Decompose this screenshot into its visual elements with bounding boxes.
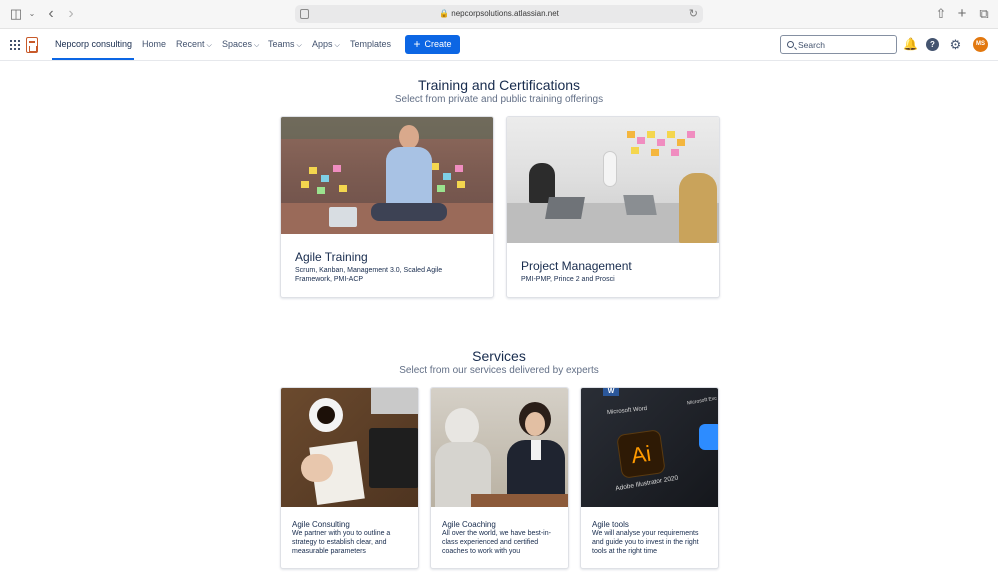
word-label: Microsoft Word: [606, 405, 648, 417]
settings-gear-icon[interactable]: ⚙: [949, 38, 962, 51]
share-icon[interactable]: ⇧: [933, 6, 949, 22]
services-section-subtitle: Select from our services delivered by ex…: [399, 365, 599, 376]
agile-coaching-image: [431, 388, 568, 507]
illustrator-label: Adobe Illustrator 2020: [614, 474, 679, 493]
word-logo-icon: W: [603, 388, 619, 396]
active-nav-indicator: [52, 58, 134, 60]
training-section-subtitle: Select from private and public training …: [394, 94, 604, 105]
nav-templates[interactable]: Templates: [350, 29, 391, 60]
search-box[interactable]: [780, 35, 897, 54]
back-icon[interactable]: ‹: [43, 6, 59, 22]
plus-icon: +: [413, 37, 421, 51]
card-description: We will analyse your requirements and gu…: [592, 530, 699, 555]
training-section-title: Training and Certifications: [417, 77, 581, 93]
chevron-down-icon: ⌵: [254, 42, 260, 49]
chevron-down-icon: ⌵: [296, 42, 302, 49]
site-logo[interactable]: [26, 37, 38, 53]
browser-toolbar: ◫ ⌄ ‹ › 🔒 nepcorpsolutions.atlassian.net…: [0, 0, 998, 29]
app-switcher-icon[interactable]: [10, 40, 20, 50]
nav-teams[interactable]: Teams ⌵: [268, 29, 302, 60]
nav-spaces[interactable]: Spaces ⌵: [222, 29, 259, 60]
nav-home[interactable]: Home: [142, 29, 166, 60]
agile-tools-image: W Microsoft Word Microsoft Exc Ai Adobe …: [581, 388, 718, 507]
url-text: 🔒 nepcorpsolutions.atlassian.net: [439, 9, 559, 18]
project-management-image: [507, 117, 719, 243]
illustrator-glyph: Ai: [629, 440, 653, 469]
search-input[interactable]: [798, 38, 893, 52]
nav-spaces-label: Spaces: [222, 39, 253, 49]
avatar[interactable]: MS: [973, 37, 988, 52]
chevron-down-icon[interactable]: ⌄: [24, 6, 40, 22]
agile-consulting-image: [281, 388, 418, 507]
forward-icon[interactable]: ›: [63, 6, 79, 22]
create-button[interactable]: + Create: [405, 35, 460, 54]
address-bar[interactable]: 🔒 nepcorpsolutions.atlassian.net ↻: [295, 5, 703, 23]
nav-teams-label: Teams: [268, 39, 295, 49]
help-icon[interactable]: ?: [926, 38, 939, 51]
app-logo-icon: [699, 424, 718, 450]
card-agile-training[interactable]: Agile Training Scrum, Kanban, Management…: [280, 116, 494, 298]
card-agile-tools[interactable]: W Microsoft Word Microsoft Exc Ai Adobe …: [580, 387, 719, 569]
card-description: Scrum, Kanban, Management 3.0, Scaled Ag…: [295, 267, 443, 283]
card-title: Agile tools: [592, 520, 629, 529]
card-title: Agile Coaching: [442, 520, 496, 529]
nav-recent-label: Recent: [176, 39, 205, 49]
notifications-icon[interactable]: 🔔: [903, 38, 918, 51]
card-agile-coaching[interactable]: Agile Coaching All over the world, we ha…: [430, 387, 569, 569]
card-description: PMI-PMP, Prince 2 and Prosci: [521, 276, 615, 283]
chevron-down-icon: ⌵: [206, 42, 212, 49]
card-title: Agile Training: [295, 250, 368, 264]
agile-training-image: [281, 117, 493, 234]
nav-apps-label: Apps: [312, 39, 333, 49]
reload-icon[interactable]: ↻: [689, 7, 698, 20]
card-project-management[interactable]: Project Management PMI-PMP, Prince 2 and…: [506, 116, 720, 298]
search-icon: [787, 41, 794, 48]
services-section-title: Services: [472, 348, 526, 364]
card-description: We partner with you to outline a strateg…: [292, 530, 391, 555]
chevron-down-icon: ⌵: [334, 42, 340, 49]
card-title: Project Management: [521, 259, 632, 273]
nav-apps[interactable]: Apps ⌵: [312, 29, 340, 60]
card-description: All over the world, we have best-in-clas…: [442, 530, 551, 555]
nav-site-name[interactable]: Nepcorp consulting: [55, 29, 132, 60]
nav-recent[interactable]: Recent ⌵: [176, 29, 212, 60]
new-tab-icon[interactable]: +: [954, 6, 970, 22]
excel-label: Microsoft Exc: [686, 395, 718, 407]
card-title: Agile Consulting: [292, 520, 350, 529]
card-agile-consulting[interactable]: Agile Consulting We partner with you to …: [280, 387, 419, 569]
create-button-label: Create: [424, 39, 452, 49]
sidebar-toggle-icon[interactable]: ◫: [8, 6, 24, 22]
tabs-overview-icon[interactable]: ⧉: [976, 6, 992, 22]
url-value: nepcorpsolutions.atlassian.net: [451, 9, 559, 18]
